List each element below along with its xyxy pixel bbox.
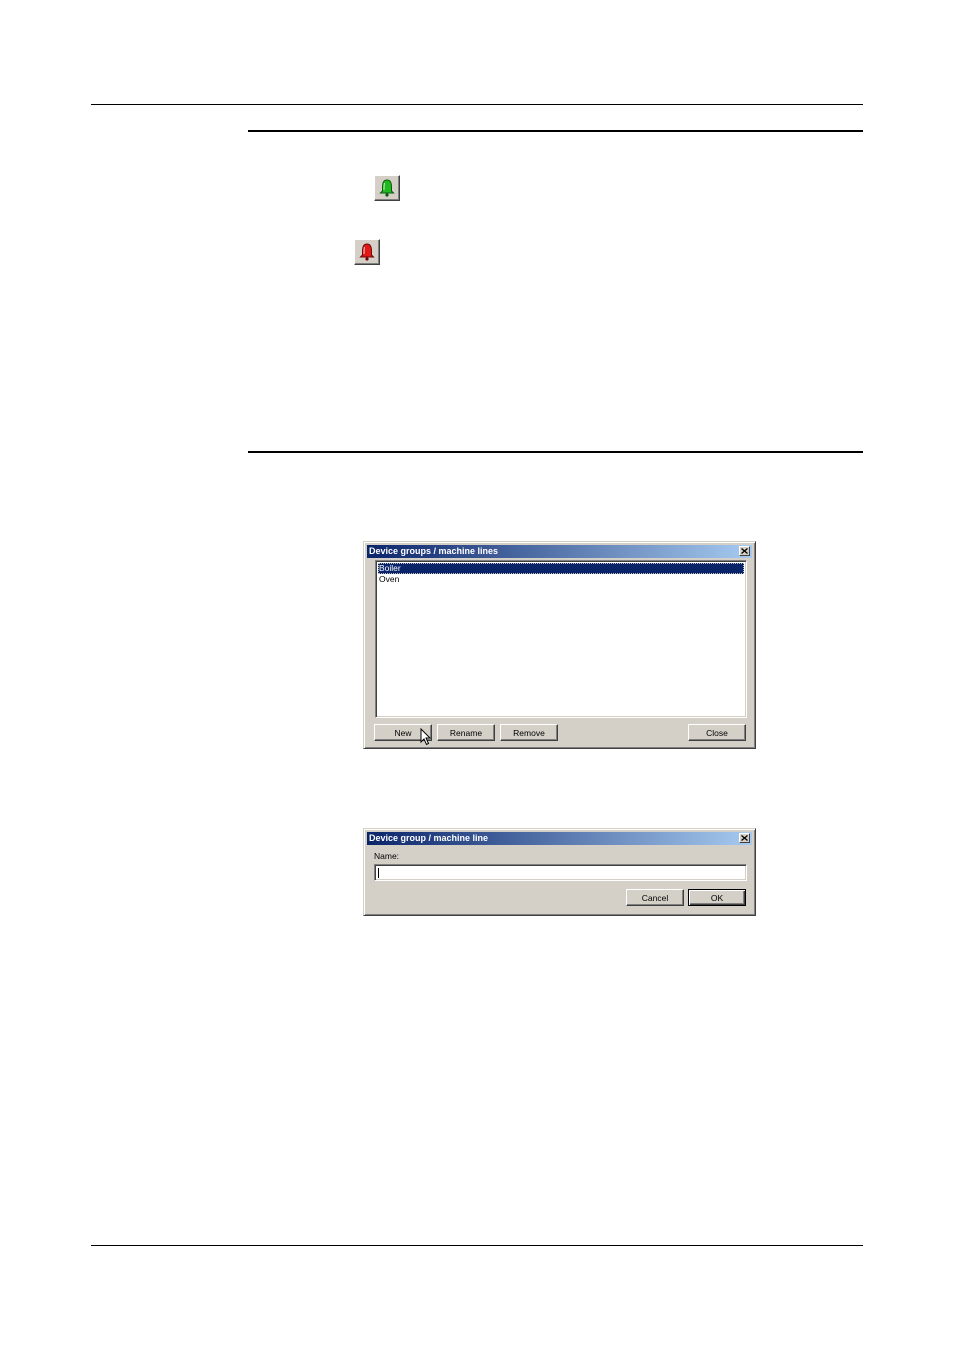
name-label: Name: xyxy=(374,851,400,861)
device-groups-list[interactable]: Boiler Oven xyxy=(375,560,747,718)
device-groups-dialog: Device groups / machine lines Boiler Ove… xyxy=(363,541,756,749)
cancel-button[interactable]: Cancel xyxy=(626,889,684,906)
text-caret xyxy=(378,868,379,878)
device-group-close-x-button[interactable] xyxy=(739,833,750,843)
device-group-dialog: Device group / machine line Name: Cancel… xyxy=(363,828,756,916)
section-rule-top xyxy=(248,130,863,132)
section-rule-bottom xyxy=(248,451,863,453)
device-group-titlebar: Device group / machine line xyxy=(367,832,752,845)
device-group-title: Device group / machine line xyxy=(369,833,489,843)
device-groups-titlebar: Device groups / machine lines xyxy=(367,545,752,558)
green-bell-icon xyxy=(379,179,395,197)
remove-button[interactable]: Remove xyxy=(500,724,558,741)
footer-rule xyxy=(91,1245,863,1246)
device-groups-title: Device groups / machine lines xyxy=(369,546,499,556)
list-item[interactable]: Oven xyxy=(378,574,744,585)
close-icon xyxy=(741,835,748,841)
red-bell-icon xyxy=(359,243,375,261)
green-bell-button[interactable] xyxy=(374,175,400,201)
header-rule xyxy=(91,104,863,105)
list-item-label: Oven xyxy=(379,574,400,584)
mouse-cursor-icon xyxy=(420,728,432,746)
list-item-label: Boiler xyxy=(379,563,401,573)
close-icon xyxy=(741,548,748,554)
red-bell-button[interactable] xyxy=(354,239,380,265)
device-groups-close-x-button[interactable] xyxy=(739,546,750,556)
ok-button[interactable]: OK xyxy=(688,889,746,906)
rename-button[interactable]: Rename xyxy=(437,724,495,741)
list-item[interactable]: Boiler xyxy=(378,563,744,574)
close-button[interactable]: Close xyxy=(688,724,746,741)
name-input[interactable] xyxy=(374,864,747,881)
